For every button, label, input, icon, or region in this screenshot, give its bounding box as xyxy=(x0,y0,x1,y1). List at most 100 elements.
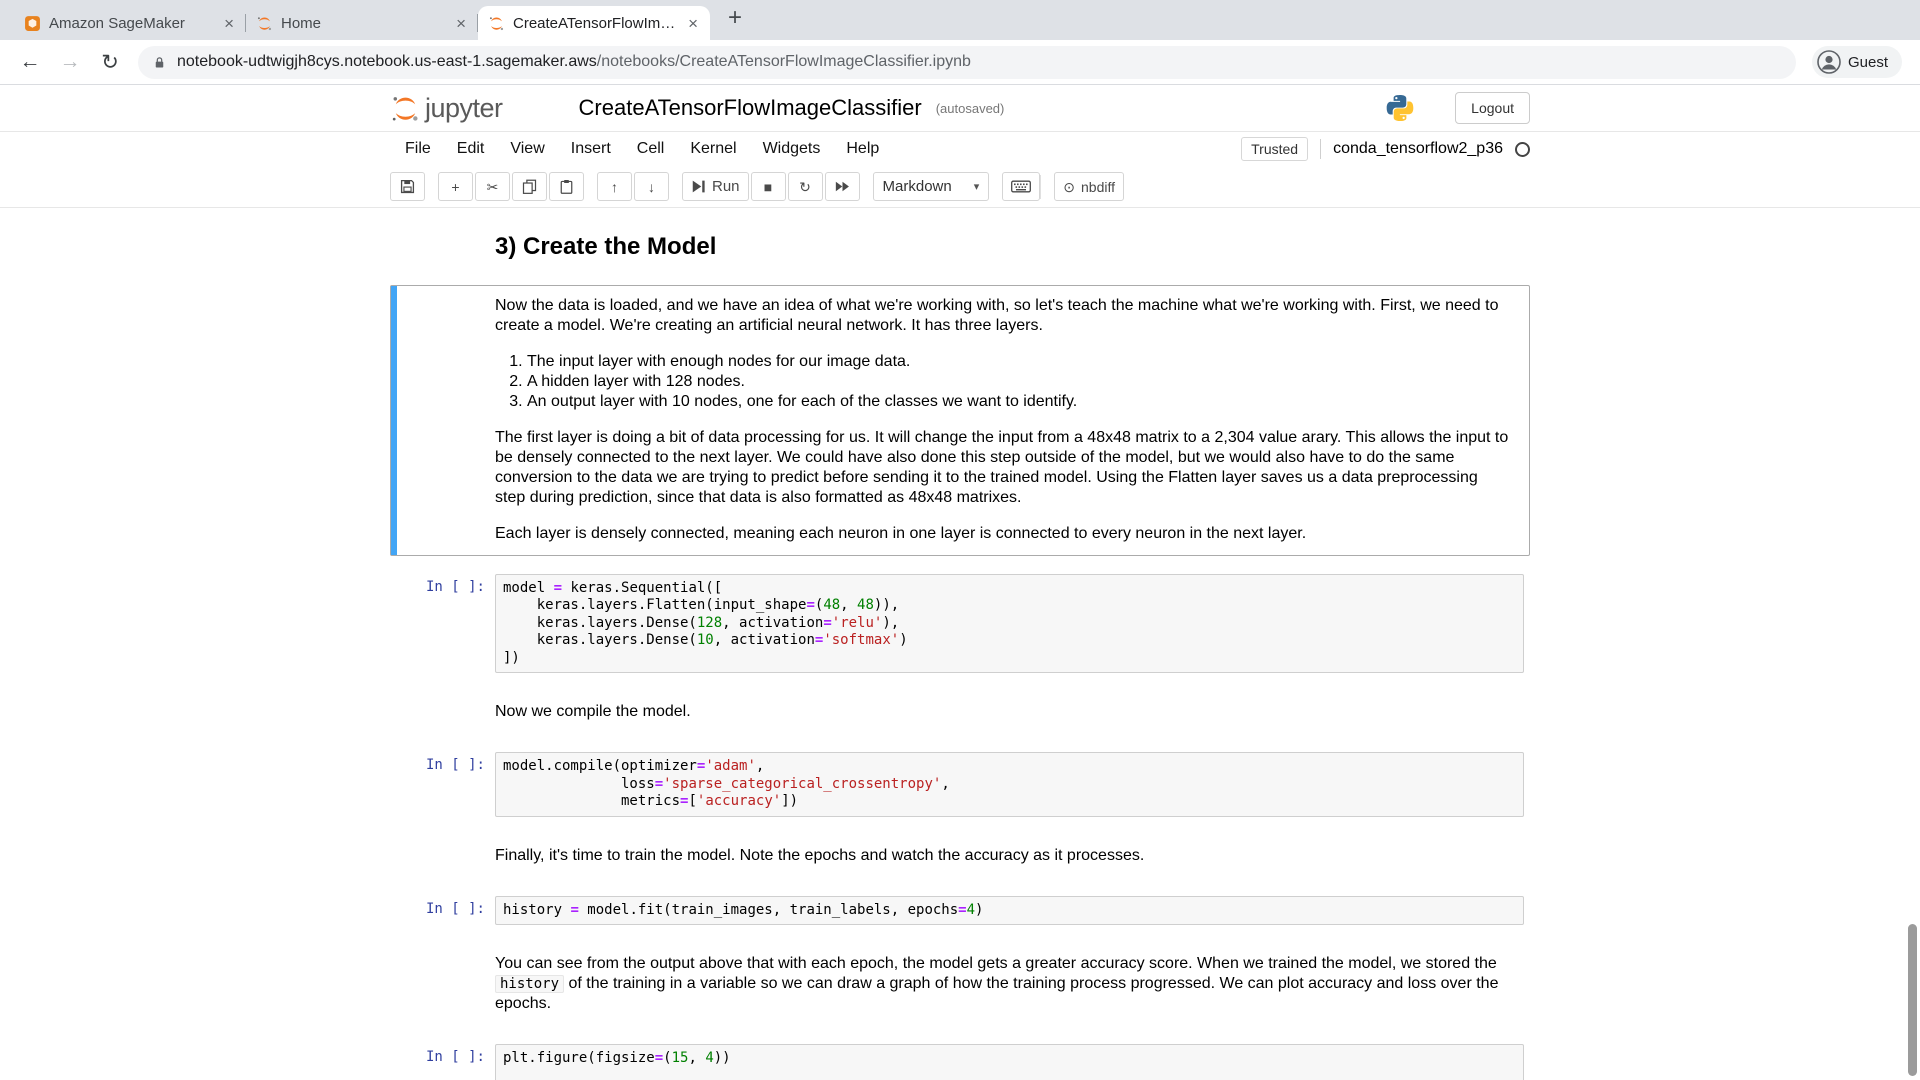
notebook-title[interactable]: CreateATensorFlowImageClassifier xyxy=(579,95,922,121)
new-tab-button[interactable]: + xyxy=(720,4,750,32)
menu-edit[interactable]: Edit xyxy=(444,135,498,163)
paragraph: Finally, it's time to train the model. N… xyxy=(495,846,1512,866)
code-token: , xyxy=(840,597,857,613)
code-token: , xyxy=(688,1050,705,1066)
markdown-cell[interactable]: Now we compile the model. xyxy=(390,691,1530,734)
notebook-area[interactable]: 3) Create the Model Now the data is loade… xyxy=(0,208,1920,1080)
markdown-cell[interactable]: You can see from the output above that w… xyxy=(390,943,1530,1026)
code-editor: model = keras.Sequential([ keras.layers.… xyxy=(503,580,1516,668)
code-token: 'accuracy' xyxy=(697,793,781,809)
jupyter-logo[interactable]: jupyter xyxy=(390,93,503,124)
kernel-idle-icon xyxy=(1515,142,1530,157)
restart-run-all-button[interactable] xyxy=(825,172,860,201)
menu-cell[interactable]: Cell xyxy=(624,135,678,163)
paragraph: Each layer is densely connected, meaning… xyxy=(495,524,1512,544)
menu-kernel[interactable]: Kernel xyxy=(677,135,749,163)
browser-tab[interactable]: Amazon SageMaker× xyxy=(14,6,246,40)
code-line: plt.figure(figsize=(15, 4)) xyxy=(503,1050,1516,1068)
trusted-badge[interactable]: Trusted xyxy=(1241,137,1308,161)
code-cell[interactable]: In [ ]:history = model.fit(train_images,… xyxy=(390,890,1530,932)
logout-button[interactable]: Logout xyxy=(1455,92,1530,124)
code-token: ) xyxy=(975,902,983,918)
cut-cells-button[interactable]: ✂ xyxy=(475,172,510,201)
cell-prompt xyxy=(391,226,495,267)
forward-icon[interactable]: → xyxy=(58,50,82,74)
code-cell[interactable]: In [ ]:plt.figure(figsize=(15, 4)) plt.s… xyxy=(390,1038,1530,1080)
menu-insert[interactable]: Insert xyxy=(558,135,624,163)
menu-widgets[interactable]: Widgets xyxy=(750,135,834,163)
tab-title: CreateATensorFlowImageClass xyxy=(513,15,678,32)
code-token: ]) xyxy=(503,650,520,666)
tab-close-icon[interactable]: × xyxy=(222,15,236,32)
tab-close-icon[interactable]: × xyxy=(454,15,468,32)
list-item: The input layer with enough nodes for ou… xyxy=(527,352,1512,372)
lock-icon[interactable] xyxy=(152,55,167,70)
menubar: FileEditViewInsertCellKernelWidgetsHelp xyxy=(390,135,892,163)
code-token: 4 xyxy=(967,902,975,918)
save-button[interactable] xyxy=(390,172,425,201)
move-cell-up-button[interactable]: ↑ xyxy=(597,172,632,201)
code-token: = xyxy=(554,580,562,596)
markdown-cell[interactable]: Finally, it's time to train the model. N… xyxy=(390,835,1530,878)
code-token: = xyxy=(958,902,966,918)
code-input-area[interactable]: model.compile(optimizer='adam', loss='sp… xyxy=(495,752,1524,817)
paste-cells-button[interactable] xyxy=(549,172,584,201)
toolbar: +✂ ↑↓ Run■ ↻ Markdown▾ ⊙nbdiff xyxy=(390,166,1530,207)
code-input-area[interactable]: model = keras.Sequential([ keras.layers.… xyxy=(495,574,1524,674)
back-icon[interactable]: ← xyxy=(18,50,42,74)
tab-close-icon[interactable]: × xyxy=(686,15,700,32)
code-token: ]) xyxy=(781,793,798,809)
interrupt-kernel-button[interactable]: ■ xyxy=(751,172,786,201)
kernel-name: conda_tensorflow2_p36 xyxy=(1333,140,1503,158)
code-token: = xyxy=(655,1050,663,1066)
code-editor: plt.figure(figsize=(15, 4)) plt.subplot(… xyxy=(503,1050,1516,1080)
cell-prompt: In [ ]: xyxy=(391,752,495,817)
python-logo-icon xyxy=(1385,93,1415,123)
tab-title: Home xyxy=(281,15,446,32)
paragraph: Now the data is loaded, and we have an i… xyxy=(495,296,1512,336)
markdown-cell[interactable]: 3) Create the Model xyxy=(390,220,1530,273)
jupyter-favicon-icon xyxy=(488,15,505,32)
fast-forward-icon xyxy=(835,179,850,194)
url-input[interactable]: notebook-udtwigjh8cys.notebook.us-east-1… xyxy=(138,46,1796,79)
code-token: model.fit(train_images, train_labels, ep… xyxy=(579,902,958,918)
menu-help[interactable]: Help xyxy=(833,135,892,163)
list-item: An output layer with 10 nodes, one for e… xyxy=(527,392,1512,412)
browser-tab[interactable]: CreateATensorFlowImageClass × xyxy=(478,6,710,40)
command-palette-button[interactable] xyxy=(1002,172,1040,201)
code-cell[interactable]: In [ ]:model = keras.Sequential([ keras.… xyxy=(390,568,1530,680)
insert-cell-below-button[interactable]: + xyxy=(438,172,473,201)
paste-icon xyxy=(559,179,574,194)
menu-file[interactable]: File xyxy=(392,135,444,163)
page-scrollbar[interactable] xyxy=(1908,924,1917,1076)
browser-toolbar: ← → ↻ notebook-udtwigjh8cys.notebook.us-… xyxy=(0,40,1920,85)
copy-cells-button[interactable] xyxy=(512,172,547,201)
cell-prompt xyxy=(391,697,495,728)
code-cell[interactable]: In [ ]:model.compile(optimizer='adam', l… xyxy=(390,746,1530,823)
reload-icon[interactable]: ↻ xyxy=(98,50,122,75)
code-input-area[interactable]: plt.figure(figsize=(15, 4)) plt.subplot(… xyxy=(495,1044,1524,1080)
jupyter-favicon-icon xyxy=(256,15,273,32)
markdown-cell[interactable]: Now the data is loaded, and we have an i… xyxy=(390,285,1530,556)
copy-icon xyxy=(522,179,537,194)
restart-kernel-button[interactable]: ↻ xyxy=(788,172,823,201)
keyboard-icon xyxy=(1011,180,1031,193)
move-cell-down-button[interactable]: ↓ xyxy=(634,172,669,201)
code-input-area[interactable]: history = model.fit(train_images, train_… xyxy=(495,896,1524,926)
code-token: 48 xyxy=(823,597,840,613)
menu-view[interactable]: View xyxy=(497,135,557,163)
markdown-rendered: 3) Create the Model xyxy=(495,226,1524,267)
jupyter-logo-icon xyxy=(390,93,421,124)
cell-type-dropdown[interactable]: Markdown▾ xyxy=(873,172,990,201)
code-token: , xyxy=(941,776,949,792)
run-button[interactable]: Run xyxy=(682,172,749,201)
nbdiff-button[interactable]: ⊙nbdiff xyxy=(1054,172,1124,201)
code-line: keras.layers.Dense(128, activation='relu… xyxy=(503,615,1516,633)
browser-tab[interactable]: Home × xyxy=(246,6,478,40)
profile-button[interactable]: Guest xyxy=(1812,46,1902,78)
code-token: 'relu' xyxy=(832,615,883,631)
code-token: model xyxy=(503,580,554,596)
code-token: )), xyxy=(874,597,899,613)
jupyter-wordmark: jupyter xyxy=(425,95,503,124)
restart-icon: ↻ xyxy=(799,180,811,194)
